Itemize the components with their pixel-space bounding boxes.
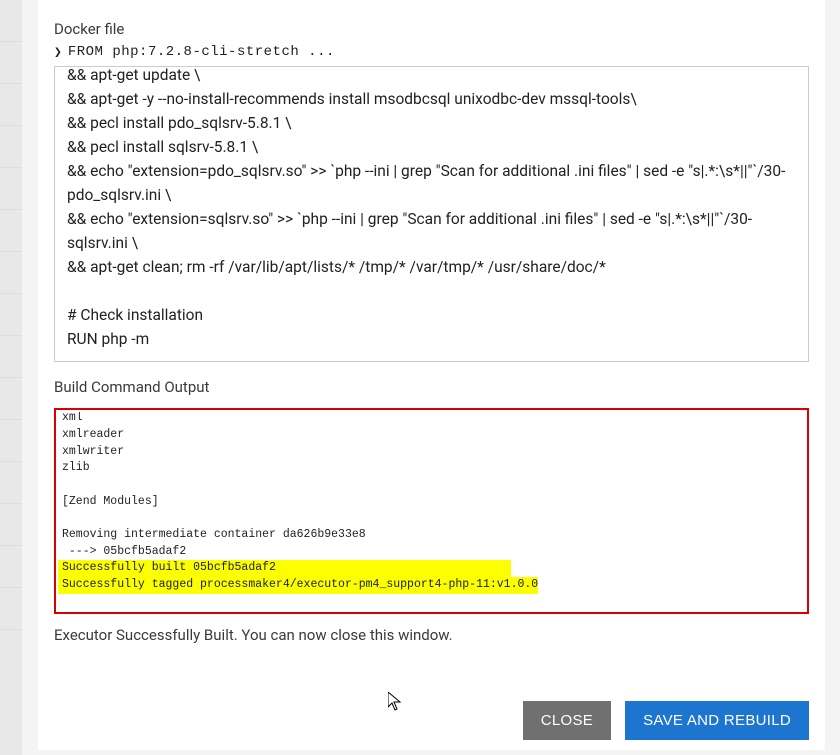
build-output-text: xml xmlreader xmlwriter zlib [Zend Modul…	[58, 412, 805, 560]
save-rebuild-button[interactable]: SAVE AND REBUILD	[625, 701, 809, 740]
status-message: Executor Successfully Built. You can now…	[54, 626, 809, 644]
build-output-label: Build Command Output	[54, 378, 809, 396]
chevron-right-icon: ❯	[54, 45, 62, 60]
sidebar-stub	[0, 0, 22, 755]
build-output-highlight-frame: xml xmlreader xmlwriter zlib [Zend Modul…	[54, 408, 809, 614]
close-button[interactable]: CLOSE	[523, 701, 611, 740]
dockerfile-textarea[interactable]	[54, 66, 809, 362]
dockerfile-expand-row[interactable]: ❯ FROM php:7.2.8-cli-stretch ...	[54, 44, 809, 60]
executor-build-modal: Docker file ❯ FROM php:7.2.8-cli-stretch…	[38, 0, 825, 750]
modal-footer: CLOSE SAVE AND REBUILD	[54, 683, 809, 740]
build-output-success-line2: Successfully tagged processmaker4/execut…	[58, 577, 538, 594]
build-output-box[interactable]: xml xmlreader xmlwriter zlib [Zend Modul…	[58, 412, 805, 610]
dockerfile-label: Docker file	[54, 20, 809, 38]
build-output-success-line1: Successfully built 05bcfb5adaf2	[58, 560, 511, 577]
dockerfile-summary-text: FROM php:7.2.8-cli-stretch ...	[68, 44, 335, 60]
